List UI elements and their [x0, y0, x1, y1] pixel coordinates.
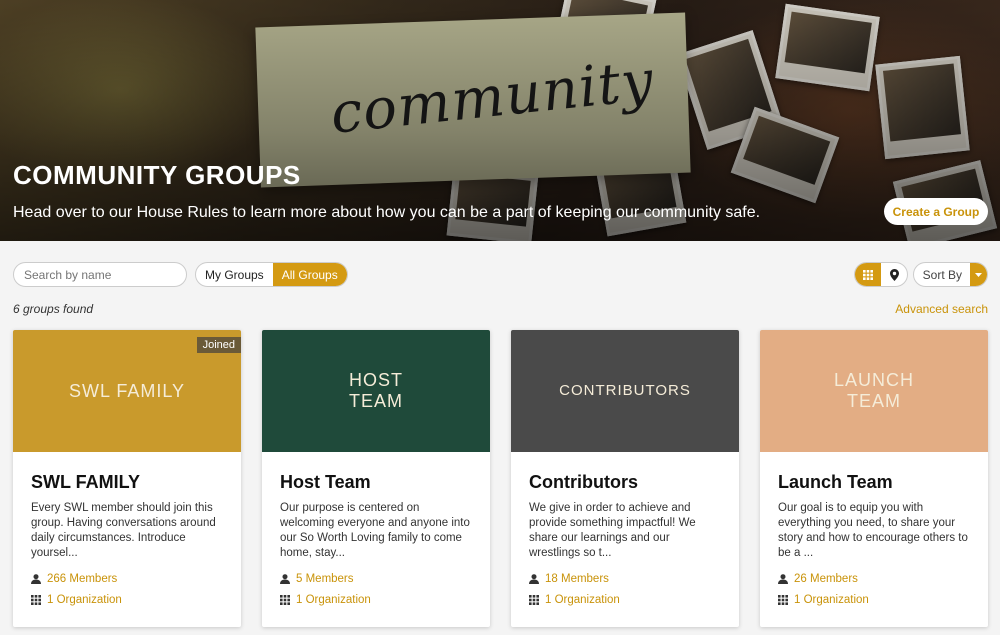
grid-icon — [863, 269, 873, 280]
card-title[interactable]: Launch Team — [778, 472, 970, 493]
card-description: Our goal is to equip you with everything… — [778, 502, 968, 559]
members-link[interactable]: 5 Members — [280, 573, 354, 585]
members-link[interactable]: 18 Members — [529, 573, 609, 585]
sort-label: Sort By — [922, 267, 962, 282]
card-title[interactable]: Contributors — [529, 472, 721, 493]
banner-text: CONTRIBUTORS — [559, 382, 691, 400]
grid-view-button[interactable] — [855, 263, 881, 286]
group-card[interactable]: SWL FAMILY Joined SWL FAMILY Every SWL m… — [13, 330, 241, 627]
grid-icon — [31, 595, 41, 605]
card-description: Our purpose is centered on welcoming eve… — [280, 502, 470, 559]
card-banner: SWL FAMILY Joined — [13, 330, 241, 452]
group-card[interactable]: CONTRIBUTORS Contributors We give in ord… — [511, 330, 739, 627]
advanced-search-link[interactable]: Advanced search — [895, 302, 988, 316]
organization-count: 1 Organization — [794, 594, 869, 606]
members-count: 18 Members — [545, 573, 609, 585]
organization-link[interactable]: 1 Organization — [778, 594, 869, 606]
search-input[interactable] — [13, 262, 187, 287]
card-description: Every SWL member should join this group.… — [31, 502, 216, 559]
my-groups-button[interactable]: My Groups — [196, 263, 273, 286]
sort-dropdown[interactable]: Sort By — [912, 262, 988, 287]
map-pin-icon — [889, 268, 899, 281]
group-card[interactable]: LAUNCH TEAM Launch Team Our goal is to e… — [760, 330, 988, 627]
card-banner: CONTRIBUTORS — [511, 330, 739, 452]
sort-caret[interactable] — [970, 263, 987, 286]
members-count: 26 Members — [794, 573, 858, 585]
group-card[interactable]: HOST TEAM Host Team Our purpose is cente… — [262, 330, 490, 627]
organization-link[interactable]: 1 Organization — [529, 594, 620, 606]
organization-link[interactable]: 1 Organization — [280, 594, 371, 606]
members-link[interactable]: 266 Members — [31, 573, 117, 585]
group-cards: SWL FAMILY Joined SWL FAMILY Every SWL m… — [13, 330, 988, 627]
person-icon — [280, 574, 290, 584]
person-icon — [529, 574, 539, 584]
members-count: 266 Members — [47, 573, 118, 585]
view-toggle — [854, 262, 908, 287]
organization-count: 1 Organization — [47, 594, 122, 606]
card-title[interactable]: SWL FAMILY — [31, 472, 223, 493]
card-title[interactable]: Host Team — [280, 472, 472, 493]
toolbar: My Groups All Groups Sort By — [13, 262, 988, 287]
map-view-button[interactable] — [881, 263, 907, 286]
chevron-down-icon — [975, 272, 982, 277]
group-filter-toggle: My Groups All Groups — [195, 262, 348, 287]
page-title: COMMUNITY GROUPS — [13, 160, 301, 190]
card-description: We give in order to achieve and provide … — [529, 502, 696, 559]
person-icon — [31, 574, 41, 584]
hero-banner: community COMMUNITY GROUPS Head over to … — [0, 0, 1000, 241]
banner-text: LAUNCH TEAM — [833, 370, 914, 411]
grid-icon — [778, 595, 788, 605]
members-link[interactable]: 26 Members — [778, 573, 858, 585]
grid-icon — [280, 595, 290, 605]
organization-count: 1 Organization — [545, 594, 620, 606]
all-groups-button[interactable]: All Groups — [272, 263, 347, 286]
organization-count: 1 Organization — [296, 594, 371, 606]
members-count: 5 Members — [296, 573, 354, 585]
grid-icon — [529, 595, 539, 605]
card-banner: LAUNCH TEAM — [760, 330, 988, 452]
joined-badge: Joined — [196, 337, 241, 353]
organization-link[interactable]: 1 Organization — [31, 594, 122, 606]
create-group-button[interactable]: Create a Group — [884, 198, 988, 225]
banner-text: SWL FAMILY — [68, 380, 186, 401]
results-count: 6 groups found — [13, 302, 94, 316]
person-icon — [778, 574, 788, 584]
card-banner: HOST TEAM — [262, 330, 490, 452]
page-subtitle[interactable]: Head over to our House Rules to learn mo… — [13, 204, 760, 222]
banner-text: HOST TEAM — [348, 370, 403, 411]
